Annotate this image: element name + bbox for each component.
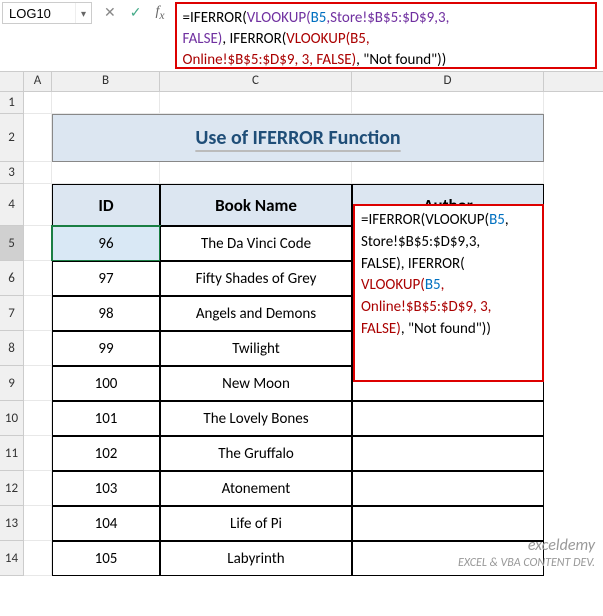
cell[interactable]: [24, 331, 52, 366]
table-cell-book[interactable]: The Gruffalo: [160, 436, 352, 471]
cell[interactable]: [24, 114, 52, 162]
col-header-C[interactable]: C: [160, 72, 352, 91]
row-header-6[interactable]: 6: [0, 261, 24, 296]
formula-bar: ▾ ✕ ✓ fx =IFERROR(VLOOKUP(B5,Store!$B$5:…: [0, 0, 603, 72]
table-cell-id[interactable]: 97: [52, 261, 160, 296]
cell[interactable]: [24, 296, 52, 331]
header-book[interactable]: Book Name: [160, 184, 352, 226]
table-cell-book[interactable]: The Lovely Bones: [160, 401, 352, 436]
name-box-input[interactable]: [3, 6, 75, 21]
cancel-icon[interactable]: ✕: [102, 2, 118, 23]
row-header-12[interactable]: 12: [0, 471, 24, 506]
cell[interactable]: [24, 436, 52, 471]
formula-bar-text[interactable]: =IFERROR(VLOOKUP(B5,Store!$B$5:$D$9,3,FA…: [175, 2, 597, 69]
table-cell-id[interactable]: 101: [52, 401, 160, 436]
table-cell-author[interactable]: [352, 471, 544, 506]
cell[interactable]: [352, 162, 544, 184]
table-cell-book[interactable]: Atonement: [160, 471, 352, 506]
cell[interactable]: [52, 92, 160, 114]
row-header-4[interactable]: 4: [0, 184, 24, 226]
row-header-2[interactable]: 2: [0, 114, 24, 162]
col-header-D[interactable]: D: [352, 72, 544, 91]
cell[interactable]: [24, 261, 52, 296]
row-header-5[interactable]: 5: [0, 226, 24, 261]
col-header-B[interactable]: B: [52, 72, 160, 91]
table-cell-id[interactable]: 96: [52, 226, 160, 261]
row-header-11[interactable]: 11: [0, 436, 24, 471]
table-cell-book[interactable]: Angels and Demons: [160, 296, 352, 331]
cell[interactable]: [24, 162, 52, 184]
header-id[interactable]: ID: [52, 184, 160, 226]
table-cell-id[interactable]: 104: [52, 506, 160, 541]
cell[interactable]: [24, 541, 52, 576]
cell[interactable]: [24, 92, 52, 114]
cell[interactable]: [52, 162, 160, 184]
cell[interactable]: [24, 471, 52, 506]
check-icon[interactable]: ✓: [128, 2, 144, 23]
table-cell-book[interactable]: Twilight: [160, 331, 352, 366]
table-cell-book[interactable]: The Da Vinci Code: [160, 226, 352, 261]
cell[interactable]: [160, 162, 352, 184]
row-header-7[interactable]: 7: [0, 296, 24, 331]
row-header-13[interactable]: 13: [0, 506, 24, 541]
table-cell-id[interactable]: 105: [52, 541, 160, 576]
table-cell-book[interactable]: Fifty Shades of Grey: [160, 261, 352, 296]
cell[interactable]: [24, 401, 52, 436]
table-cell-id[interactable]: 98: [52, 296, 160, 331]
table-cell-id[interactable]: 99: [52, 331, 160, 366]
table-cell-author[interactable]: [352, 401, 544, 436]
table-cell-id[interactable]: 100: [52, 366, 160, 401]
chevron-down-icon[interactable]: ▾: [75, 3, 91, 23]
cell[interactable]: [24, 184, 52, 226]
row-header-8[interactable]: 8: [0, 331, 24, 366]
select-all-corner[interactable]: [0, 72, 24, 92]
table-cell-id[interactable]: 103: [52, 471, 160, 506]
column-headers: A B C D: [24, 72, 603, 92]
fx-icon[interactable]: fx: [153, 2, 166, 24]
table-cell-book[interactable]: Life of Pi: [160, 506, 352, 541]
row-header-10[interactable]: 10: [0, 401, 24, 436]
cell[interactable]: [24, 506, 52, 541]
cell[interactable]: [24, 226, 52, 261]
title-cell[interactable]: Use of IFERROR Function: [52, 114, 544, 162]
row-header-1[interactable]: 1: [0, 92, 24, 114]
watermark-line2: EXCEL & VBA CONTENT DEV.: [458, 556, 595, 570]
table-cell-book[interactable]: New Moon: [160, 366, 352, 401]
name-box[interactable]: ▾: [2, 2, 92, 24]
cell-formula-overlay[interactable]: =IFERROR(VLOOKUP(B5,Store!$B$5:$D$9,3,FA…: [353, 204, 544, 382]
watermark: exceldemy EXCEL & VBA CONTENT DEV.: [458, 536, 595, 570]
row-header-3[interactable]: 3: [0, 162, 24, 184]
cell[interactable]: [352, 92, 544, 114]
table-cell-book[interactable]: Labyrinth: [160, 541, 352, 576]
table-cell-id[interactable]: 102: [52, 436, 160, 471]
row-header-14[interactable]: 14: [0, 541, 24, 576]
col-header-A[interactable]: A: [24, 72, 52, 91]
watermark-line1: exceldemy: [458, 536, 595, 555]
cell[interactable]: [160, 92, 352, 114]
spreadsheet-grid: A B C D 1 2 Use of IFERROR Function 3 4 …: [0, 72, 603, 576]
table-cell-author[interactable]: [352, 436, 544, 471]
cell[interactable]: [24, 366, 52, 401]
row-header-9[interactable]: 9: [0, 366, 24, 401]
